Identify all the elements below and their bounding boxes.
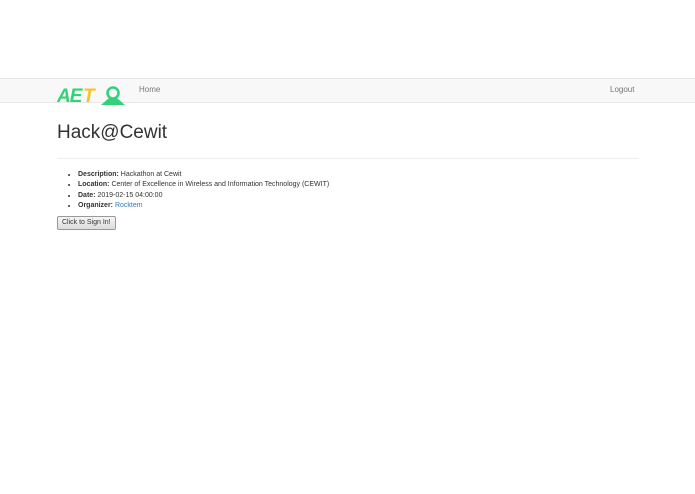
detail-value: Hackathon at Cewit (120, 171, 182, 178)
nav-logout-link[interactable]: Logout (610, 85, 634, 94)
sign-in-button[interactable]: Click to Sign In! (57, 216, 116, 230)
detail-location: Location: Center of Excellence in Wirele… (78, 180, 329, 190)
organizer-link[interactable]: Rocktem (115, 202, 143, 209)
svg-text:T: T (83, 86, 96, 106)
detail-label: Description: (78, 171, 119, 178)
nav-home-link[interactable]: Home (139, 85, 160, 94)
navbar: AE T Home Logout (0, 78, 695, 106)
detail-value: Center of Excellence in Wireless and Inf… (111, 181, 330, 189)
svg-text:AE: AE (57, 86, 84, 106)
detail-label: Location: (78, 181, 110, 189)
aeto-logo[interactable]: AE T (57, 84, 125, 106)
detail-date: Date: 2019-02-15 04:00:00 (78, 191, 329, 201)
detail-label: Date: (78, 191, 96, 199)
detail-value: 2019-02-15 04:00:00 (97, 191, 163, 199)
page-title: Hack@Cewit (57, 122, 168, 143)
detail-label: Organizer: (78, 201, 114, 209)
event-details-list: Description: Hackathon at Cewit Location… (57, 170, 329, 211)
divider (57, 158, 639, 159)
detail-organizer: Organizer: Rocktem (78, 201, 329, 211)
detail-description: Description: Hackathon at Cewit (78, 170, 329, 180)
